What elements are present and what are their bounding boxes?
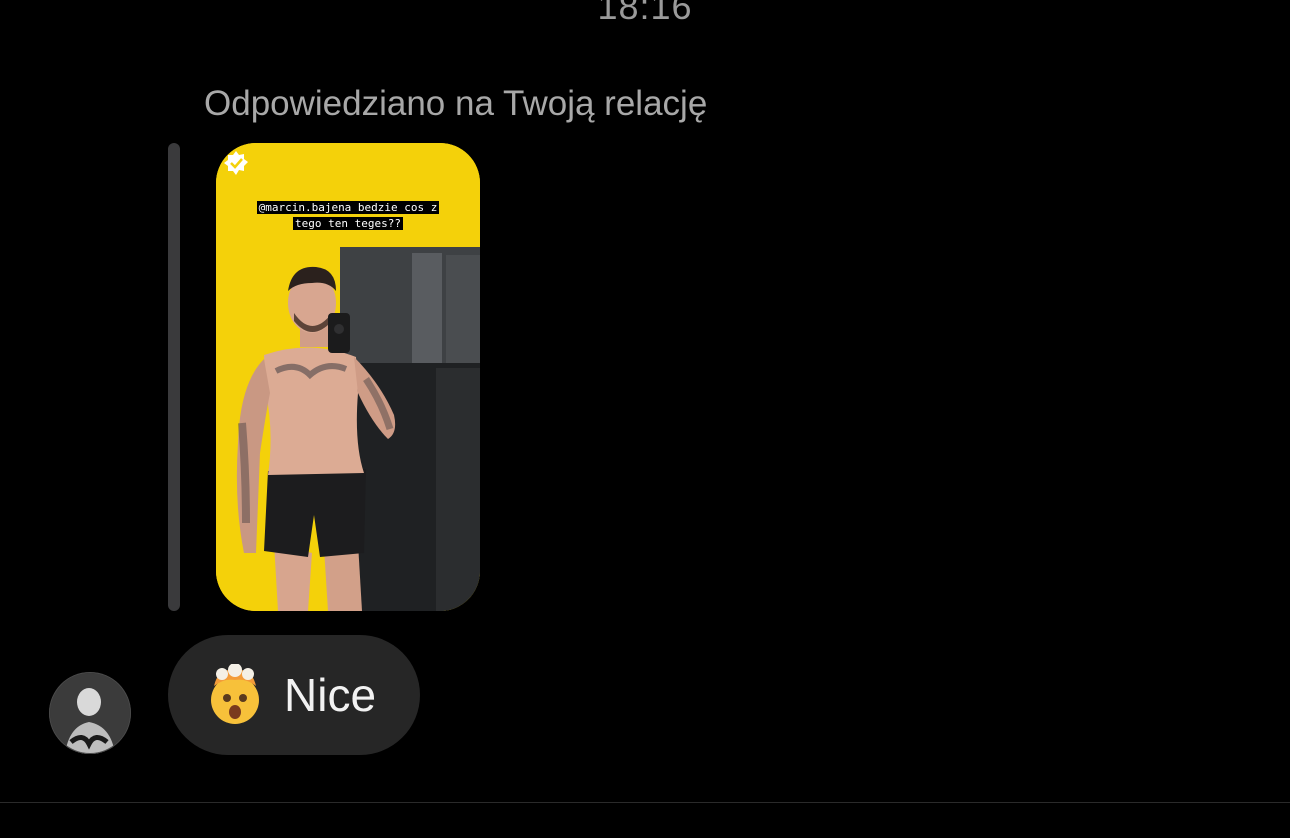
story-preview[interactable]: @marcin.bajena bedzie cos z tego ten teg… bbox=[216, 143, 480, 611]
sticker-badge-icon bbox=[224, 151, 248, 175]
reply-quote-bar bbox=[168, 143, 180, 611]
story-caption-line-2: tego ten teges?? bbox=[293, 217, 403, 230]
message-bubble[interactable]: Nice bbox=[168, 635, 420, 755]
exploding-head-emoji bbox=[211, 664, 259, 724]
composer-divider bbox=[0, 802, 1290, 803]
reply-context-label: Odpowiedziano na Twoją relację bbox=[204, 84, 708, 123]
sender-avatar[interactable] bbox=[49, 672, 131, 754]
message-text: Nice bbox=[284, 669, 377, 721]
message-timestamp: 18:16 bbox=[597, 0, 693, 27]
story-caption: @marcin.bajena bedzie cos z tego ten teg… bbox=[216, 200, 480, 232]
avatar-photo bbox=[49, 672, 131, 754]
story-caption-line-1: @marcin.bajena bedzie cos z bbox=[256, 201, 440, 214]
